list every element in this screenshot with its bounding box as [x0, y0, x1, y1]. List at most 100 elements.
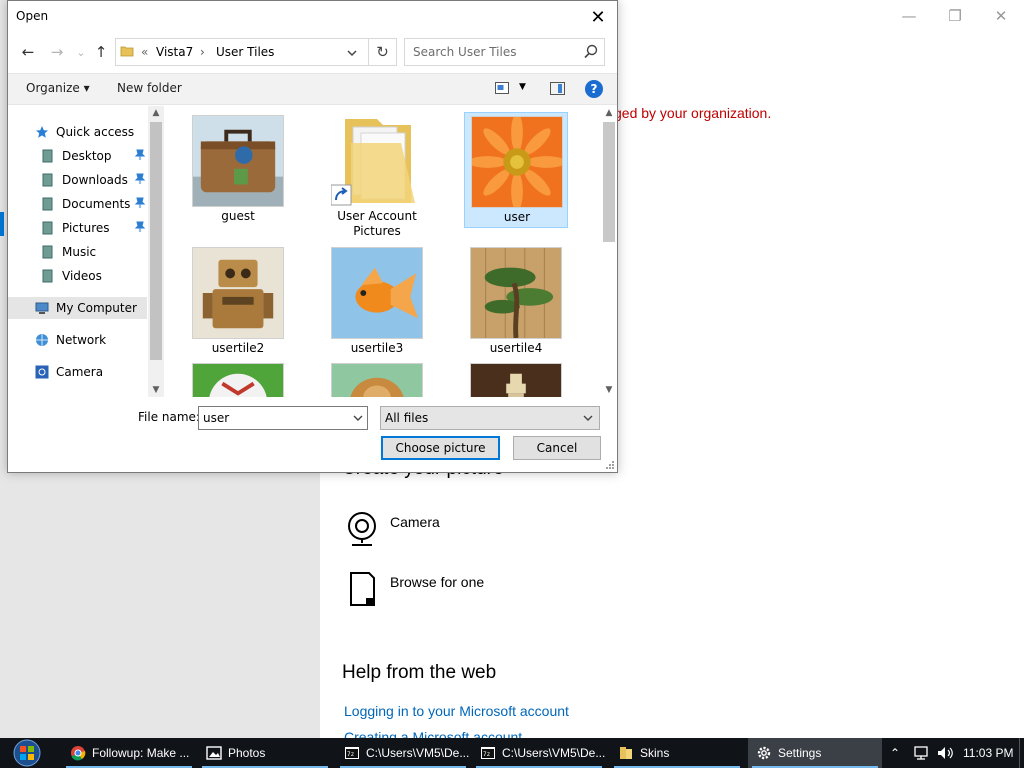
search-input[interactable]: Search User Tiles	[404, 38, 605, 66]
taskbar-item-skins[interactable]: Skins	[610, 738, 744, 768]
file-type-select[interactable]: All files	[380, 406, 600, 430]
cancel-button[interactable]: Cancel	[513, 436, 601, 460]
nav-item-my-computer[interactable]: My Computer	[8, 297, 147, 319]
file-item-ball[interactable]	[186, 360, 290, 397]
search-icon[interactable]	[582, 43, 600, 61]
pin-icon	[135, 197, 145, 208]
nav-item-network[interactable]: Network	[8, 329, 147, 351]
crumb-separator[interactable]: ›	[200, 45, 205, 59]
nav-item-pictures[interactable]: Pictures	[8, 217, 147, 239]
up-button[interactable]: ↑	[90, 39, 112, 65]
organize-menu[interactable]: Organize ▾	[26, 81, 90, 95]
chevron-down-icon[interactable]	[342, 43, 362, 63]
nav-item-desktop[interactable]: Desktop	[8, 145, 147, 167]
suitcase-thumbnail	[192, 115, 284, 207]
file-scroll-thumb[interactable]	[603, 122, 615, 242]
file-item-chess[interactable]	[464, 360, 568, 397]
crumb-vista7[interactable]: Vista7	[156, 45, 193, 59]
file-item-puppy[interactable]	[325, 360, 429, 397]
scroll-down-arrow[interactable]: ▼	[148, 383, 164, 397]
close-window-button[interactable]: ✕	[978, 4, 1024, 28]
file-item-user[interactable]: user	[464, 112, 568, 228]
folder-icon	[620, 747, 632, 759]
computer-icon	[35, 302, 49, 314]
address-bar[interactable]: « Vista7 › User Tiles ↻	[115, 38, 397, 66]
fish-thumbnail	[331, 247, 423, 339]
browse-option[interactable]: Browse for one	[344, 570, 484, 608]
file-item-guest[interactable]: guest	[186, 112, 290, 228]
new-folder-button[interactable]: New folder	[117, 81, 182, 95]
pin-icon	[135, 173, 145, 184]
file-item-usertile3[interactable]: usertile3	[325, 244, 429, 360]
scroll-down-arrow[interactable]: ▼	[601, 383, 617, 397]
minimize-button[interactable]: —	[886, 4, 932, 28]
tray-chevron[interactable]: ⌃	[890, 738, 900, 768]
taskbar-item-cmd-1[interactable]: 7z C:\Users\VM5\De...	[336, 738, 470, 768]
search-placeholder: Search User Tiles	[413, 45, 517, 59]
nav-pane-scrollbar[interactable]: ▲ ▼	[148, 106, 164, 397]
show-desktop-button[interactable]	[1019, 738, 1024, 768]
forward-button[interactable]: →	[46, 39, 68, 65]
cmd-icon: 7z	[481, 747, 495, 759]
nav-item-videos[interactable]: Videos	[8, 265, 147, 287]
file-item-user-account-pictures[interactable]: User Account Pictures	[325, 112, 429, 238]
chess-thumbnail	[470, 363, 562, 397]
file-name-input[interactable]: user	[198, 406, 368, 430]
nav-label: Quick access	[56, 125, 135, 139]
camera-option-label: Camera	[390, 514, 440, 530]
downloads-icon	[42, 173, 53, 187]
help-icon[interactable]: ?	[585, 80, 603, 98]
gear-icon	[757, 746, 771, 760]
restore-button[interactable]: ❐	[932, 4, 978, 28]
camera-option[interactable]: Camera	[344, 510, 440, 548]
taskbar-item-cmd-2[interactable]: 7z C:\Users\VM5\De...	[472, 738, 606, 768]
view-options-icon[interactable]	[495, 82, 509, 94]
nav-label: Network	[56, 333, 107, 347]
file-list-scrollbar[interactable]: ▲ ▼	[601, 106, 617, 397]
choose-picture-button[interactable]: Choose picture	[381, 436, 500, 460]
resize-grip-icon[interactable]	[605, 460, 615, 470]
help-link-login[interactable]: Logging in to your Microsoft account	[344, 703, 569, 719]
scroll-up-arrow[interactable]: ▲	[148, 106, 164, 120]
photos-icon	[206, 746, 222, 760]
file-item-usertile4[interactable]: usertile4	[464, 244, 568, 360]
volume-icon[interactable]	[936, 745, 954, 761]
nav-scroll-thumb[interactable]	[150, 122, 162, 360]
browse-option-label: Browse for one	[390, 574, 485, 590]
nav-item-quick-access[interactable]: Quick access	[8, 121, 147, 143]
org-managed-message: ged by your organization.	[614, 105, 772, 121]
folder-shortcut-thumbnail	[331, 119, 415, 206]
dialog-close-button[interactable]: ✕	[583, 3, 613, 31]
pin-icon	[135, 149, 145, 160]
file-name: guest	[221, 209, 255, 223]
network-tray-icon[interactable]	[912, 745, 930, 761]
nav-item-music[interactable]: Music	[8, 241, 147, 263]
pin-icon	[135, 221, 145, 232]
back-button[interactable]: ←	[17, 39, 39, 65]
address-overflow[interactable]: «	[141, 45, 148, 59]
crumb-user-tiles[interactable]: User Tiles	[216, 45, 274, 59]
taskbar-item-settings[interactable]: Settings	[748, 738, 882, 768]
folder-icon	[120, 46, 134, 57]
scroll-up-arrow[interactable]: ▲	[601, 106, 617, 120]
start-button-icon[interactable]	[10, 739, 44, 767]
task-label: Settings	[778, 746, 822, 760]
nav-item-documents[interactable]: Documents	[8, 193, 147, 215]
taskbar-clock[interactable]: 11:03 PM	[963, 738, 1013, 768]
refresh-button[interactable]: ↻	[368, 39, 396, 65]
file-name: usertile4	[489, 341, 543, 355]
taskbar-item-photos[interactable]: Photos	[198, 738, 332, 768]
preview-pane-icon[interactable]	[550, 82, 565, 95]
recent-locations-button[interactable]: ⌄	[70, 39, 92, 65]
nav-item-downloads[interactable]: Downloads	[8, 169, 147, 191]
taskbar-item-chrome[interactable]: Followup: Make ...	[62, 738, 196, 768]
task-label: C:\Users\VM5\De...	[502, 746, 606, 760]
file-item-usertile2[interactable]: usertile2	[186, 244, 290, 360]
documents-icon	[42, 197, 53, 211]
nav-label: Camera	[56, 365, 104, 379]
taskbar: Followup: Make ... Photos 7z C:\Users\VM…	[0, 738, 1024, 768]
view-dropdown[interactable]: ▼	[519, 82, 526, 92]
chevron-down-icon[interactable]	[351, 411, 365, 425]
task-label: C:\Users\VM5\De...	[366, 746, 470, 760]
nav-item-camera[interactable]: Camera	[8, 361, 147, 383]
